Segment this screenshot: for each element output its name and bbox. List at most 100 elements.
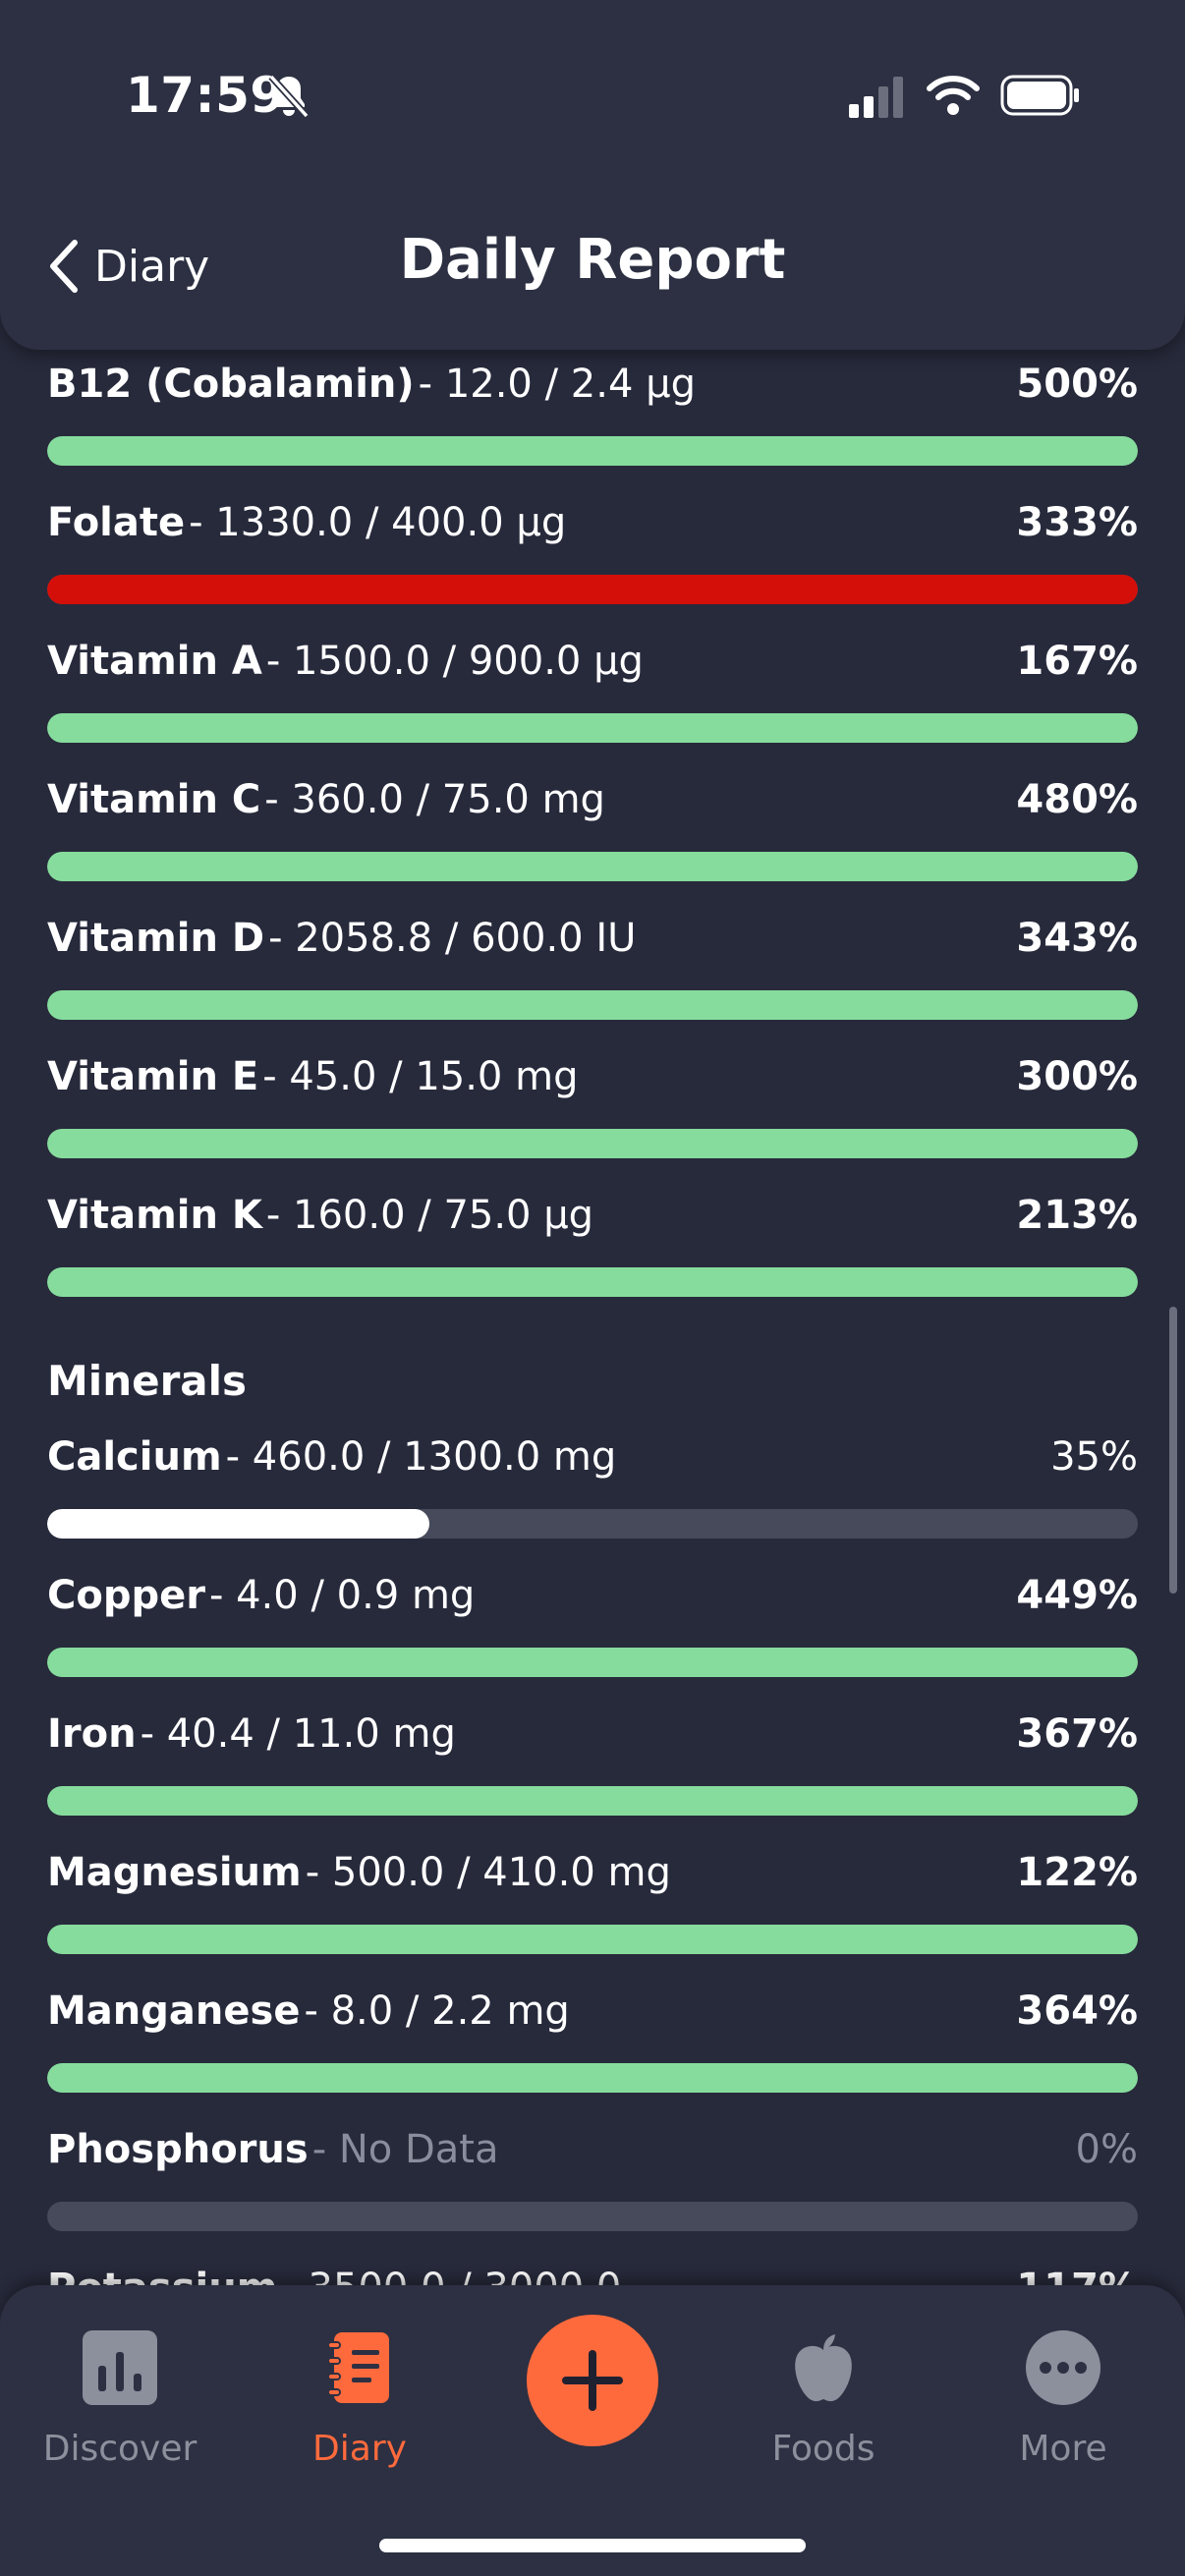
nutrient-amount: - 8.0 / 2.2 mg	[304, 1988, 570, 2034]
cellular-signal-icon	[849, 77, 903, 118]
nutrient-row[interactable]: Copper - 4.0 / 0.9 mg 449%	[47, 1573, 1138, 1677]
nutrient-row[interactable]: B12 (Cobalamin) - 12.0 / 2.4 µg 500%	[47, 362, 1138, 466]
nutrient-row-header: Phosphorus - No Data 0%	[47, 2127, 1138, 2186]
plus-icon	[562, 2350, 623, 2411]
nutrient-name: Folate	[47, 500, 186, 545]
nutrient-name: Magnesium	[47, 1850, 302, 1895]
nutrient-amount: - 2058.8 / 600.0 IU	[268, 916, 637, 961]
nutrient-amount: - 12.0 / 2.4 µg	[418, 362, 696, 407]
bell-muted-icon	[268, 74, 310, 119]
nutrient-row[interactable]: Magnesium - 500.0 / 410.0 mg 122%	[47, 1850, 1138, 1954]
nutrient-percent: 333%	[1016, 500, 1138, 545]
nutrient-percent: 117%	[1016, 2266, 1138, 2285]
nutrient-name: Vitamin E	[47, 1054, 259, 1099]
nutrient-percent: 122%	[1016, 1850, 1138, 1895]
nutrient-name: Calcium	[47, 1434, 222, 1480]
status-time: 17:59	[126, 67, 285, 124]
minerals-section-title: Minerals	[47, 1357, 248, 1405]
nutrient-row[interactable]: Vitamin C- 360.0 / 75.0 mg 480%	[47, 777, 1138, 881]
status-bar: 17:59	[0, 0, 1185, 187]
nutrient-row[interactable]: Potassium- 3500.0 / 3000.0 117%	[47, 2266, 1138, 2285]
tab-foods[interactable]: Foods	[725, 2317, 922, 2484]
nutrient-percent: 167%	[1016, 639, 1138, 684]
progress-bar	[47, 2063, 1138, 2093]
nutrient-row-header: Magnesium - 500.0 / 410.0 mg 122%	[47, 1850, 1138, 1909]
nutrient-row-header: Vitamin D- 2058.8 / 600.0 IU 343%	[47, 916, 1138, 975]
progress-bar	[47, 2202, 1138, 2231]
progress-bar	[47, 852, 1138, 881]
add-button[interactable]	[527, 2315, 658, 2446]
nutrient-row[interactable]: Iron - 40.4 / 11.0 mg 367%	[47, 1711, 1138, 1816]
chart-icon	[83, 2330, 157, 2405]
progress-bar-fill	[47, 575, 1138, 604]
progress-bar	[47, 436, 1138, 466]
nutrient-percent: 500%	[1016, 362, 1138, 407]
report-content[interactable]: B12 (Cobalamin) - 12.0 / 2.4 µg 500% Folate…	[0, 350, 1185, 2285]
nutrient-percent: 367%	[1016, 1711, 1138, 1757]
nutrient-row-header: Potassium- 3500.0 / 3000.0 117%	[47, 2266, 1138, 2285]
nutrient-row-header: Vitamin E- 45.0 / 15.0 mg 300%	[47, 1054, 1138, 1113]
top-header: 17:59 Diary Daily Report	[0, 0, 1185, 350]
nutrient-amount: - 45.0 / 15.0 mg	[262, 1054, 579, 1099]
tab-label: More	[1019, 2429, 1107, 2469]
nutrient-row-header: Copper - 4.0 / 0.9 mg 449%	[47, 1573, 1138, 1632]
progress-bar-fill	[47, 1648, 1138, 1677]
progress-bar-fill	[47, 2063, 1138, 2093]
nutrient-amount: - 1500.0 / 900.0 µg	[265, 639, 644, 684]
nutrient-row-header: Calcium - 460.0 / 1300.0 mg 35%	[47, 1434, 1138, 1493]
progress-bar	[47, 1129, 1138, 1158]
progress-bar-fill	[47, 713, 1138, 743]
nutrient-row-header: Folate - 1330.0 / 400.0 µg 333%	[47, 500, 1138, 559]
nutrient-percent: 449%	[1016, 1573, 1138, 1618]
nutrient-amount: - 1330.0 / 400.0 µg	[189, 500, 567, 545]
nutrient-name: Vitamin A	[47, 639, 262, 684]
nutrient-row[interactable]: Manganese - 8.0 / 2.2 mg 364%	[47, 1988, 1138, 2093]
nutrient-amount: - No Data	[311, 2127, 499, 2172]
progress-bar-fill	[47, 852, 1138, 881]
nutrient-amount: - 460.0 / 1300.0 mg	[225, 1434, 617, 1480]
nutrient-name: Potassium	[47, 2266, 277, 2285]
progress-bar-fill	[47, 1786, 1138, 1816]
tab-discover[interactable]: Discover	[22, 2317, 218, 2484]
nutrient-percent: 300%	[1016, 1054, 1138, 1099]
wifi-icon	[927, 76, 980, 115]
tab-more[interactable]: More	[965, 2317, 1161, 2484]
nutrient-row[interactable]: Vitamin A- 1500.0 / 900.0 µg 167%	[47, 639, 1138, 743]
nutrient-row[interactable]: Folate - 1330.0 / 400.0 µg 333%	[47, 500, 1138, 604]
nutrient-percent: 480%	[1016, 777, 1138, 822]
nutrient-name: B12 (Cobalamin)	[47, 362, 415, 407]
nutrient-row-header: Manganese - 8.0 / 2.2 mg 364%	[47, 1988, 1138, 2047]
nutrient-row[interactable]: Calcium - 460.0 / 1300.0 mg 35%	[47, 1434, 1138, 1539]
nutrient-percent: 0%	[1075, 2127, 1138, 2172]
progress-bar	[47, 1267, 1138, 1297]
nutrient-row[interactable]: Phosphorus - No Data 0%	[47, 2127, 1138, 2231]
progress-bar	[47, 575, 1138, 604]
nutrient-row-header: Vitamin C- 360.0 / 75.0 mg 480%	[47, 777, 1138, 836]
battery-icon	[1000, 75, 1079, 116]
nutrient-row[interactable]: Vitamin K- 160.0 / 75.0 µg 213%	[47, 1193, 1138, 1297]
notebook-icon	[327, 2332, 389, 2403]
progress-bar	[47, 990, 1138, 1020]
progress-bar-fill	[47, 1129, 1138, 1158]
nutrient-name: Vitamin C	[47, 777, 261, 822]
nutrient-percent: 213%	[1016, 1193, 1138, 1238]
progress-bar-fill	[47, 990, 1138, 1020]
nutrient-row[interactable]: Vitamin D- 2058.8 / 600.0 IU 343%	[47, 916, 1138, 1020]
nutrient-percent: 343%	[1016, 916, 1138, 961]
progress-bar-fill	[47, 1509, 429, 1539]
tab-label: Foods	[771, 2429, 875, 2469]
nutrient-name: Vitamin D	[47, 916, 265, 961]
tab-label: Discover	[42, 2429, 198, 2469]
tab-diary[interactable]: Diary	[261, 2317, 458, 2484]
progress-bar	[47, 1925, 1138, 1954]
nutrient-name: Vitamin K	[47, 1193, 262, 1238]
tab-bar: Discover Diary Foods More	[0, 2285, 1185, 2576]
progress-bar	[47, 1786, 1138, 1816]
apple-icon	[795, 2334, 852, 2402]
nutrient-row-header: Vitamin A- 1500.0 / 900.0 µg 167%	[47, 639, 1138, 698]
nutrient-name: Manganese	[47, 1988, 301, 2034]
nutrient-row[interactable]: Vitamin E- 45.0 / 15.0 mg 300%	[47, 1054, 1138, 1158]
nutrient-amount: - 40.4 / 11.0 mg	[140, 1711, 456, 1757]
scroll-indicator[interactable]	[1169, 1307, 1177, 1594]
nutrient-row-header: B12 (Cobalamin) - 12.0 / 2.4 µg 500%	[47, 362, 1138, 420]
